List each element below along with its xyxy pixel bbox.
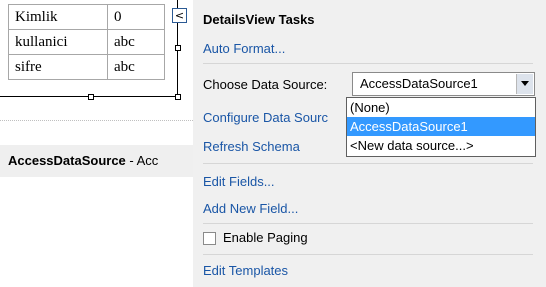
add-new-field-link[interactable]: Add New Field... [203, 201, 298, 216]
divider [203, 163, 533, 164]
edit-templates-link[interactable]: Edit Templates [203, 263, 288, 278]
option-accessdatasource1[interactable]: AccessDataSource1 [347, 117, 535, 136]
table-row: sifre abc [8, 54, 165, 80]
configure-data-source-link[interactable]: Configure Data Sourc [203, 110, 328, 125]
enable-paging-label: Enable Paging [223, 230, 308, 245]
chevron-down-icon[interactable] [516, 74, 533, 94]
divider [203, 254, 533, 255]
control-name: AccessDataSource [8, 153, 126, 168]
option-none[interactable]: (None) [347, 98, 535, 117]
table-row: Kimlik 0 [8, 4, 165, 30]
refresh-schema-link[interactable]: Refresh Schema [203, 139, 300, 154]
choose-data-source-label: Choose Data Source: [203, 77, 328, 92]
divider [203, 223, 533, 224]
enable-paging-checkbox[interactable] [203, 232, 216, 245]
divider [203, 63, 533, 64]
resize-handle-bottom[interactable] [88, 94, 94, 100]
field-name: Kimlik [8, 4, 108, 30]
data-source-select[interactable]: AccessDataSource1 [352, 72, 535, 96]
field-value: abc [107, 29, 165, 55]
auto-format-link[interactable]: Auto Format... [203, 41, 285, 56]
smart-tag-collapse-icon[interactable]: < [172, 8, 187, 23]
panel-title: DetailsView Tasks [203, 12, 315, 27]
resize-handle-corner[interactable] [175, 94, 181, 100]
field-name: sifre [8, 54, 108, 80]
access-data-source-control[interactable]: AccessDataSource - Acc [0, 145, 195, 177]
field-name: kullanici [8, 29, 108, 55]
option-new-data-source[interactable]: <New data source...> [347, 136, 535, 155]
resize-handle-right[interactable] [175, 45, 181, 51]
table-row: kullanici abc [8, 29, 165, 55]
control-suffix: - Acc [125, 153, 159, 168]
tasks-panel: DetailsView Tasks Auto Format... Choose … [193, 0, 546, 287]
field-value: abc [107, 54, 165, 80]
data-source-dropdown-list[interactable]: (None) AccessDataSource1 <New data sourc… [346, 97, 536, 157]
divider [0, 120, 195, 121]
details-table[interactable]: Kimlik 0 kullanici abc sifre abc [8, 4, 165, 80]
design-surface: Kimlik 0 kullanici abc sifre abc AccessD… [0, 0, 195, 287]
edit-fields-link[interactable]: Edit Fields... [203, 174, 275, 189]
selected-source: AccessDataSource1 [360, 76, 478, 91]
field-value: 0 [107, 4, 165, 30]
